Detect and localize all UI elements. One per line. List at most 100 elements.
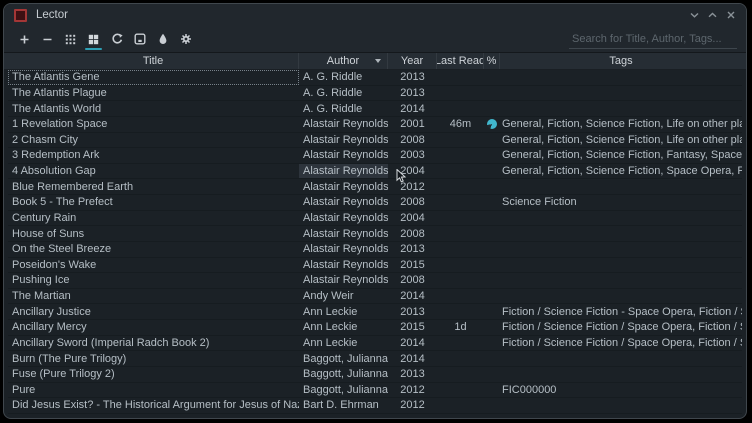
cell-tags[interactable]: General, Fiction, Science Fiction, Space… bbox=[500, 164, 742, 179]
cell-last-read[interactable] bbox=[437, 86, 484, 101]
cell-year[interactable]: 2008 bbox=[388, 195, 437, 210]
cell-tags[interactable]: Fiction / Science Fiction / Space Opera,… bbox=[500, 320, 742, 335]
cell-title[interactable]: Ancillary Mercy bbox=[8, 320, 299, 335]
sort-arrow-icon[interactable] bbox=[375, 59, 381, 63]
table-row[interactable]: Did Jesus Exist? - The Historical Argume… bbox=[8, 398, 742, 414]
cell-year[interactable]: 2014 bbox=[388, 101, 437, 116]
cell-title[interactable]: 1 Revelation Space bbox=[8, 117, 299, 132]
cell-tags[interactable] bbox=[500, 398, 742, 413]
cell-author[interactable]: Alastair Reynolds bbox=[299, 273, 388, 288]
column-header-title[interactable]: Title bbox=[8, 53, 299, 69]
cell-progress[interactable] bbox=[484, 304, 500, 319]
cell-last-read[interactable]: 1d bbox=[437, 320, 484, 335]
cell-year[interactable]: 2015 bbox=[388, 320, 437, 335]
cell-progress[interactable] bbox=[484, 273, 500, 288]
cell-author[interactable]: Ann Leckie bbox=[299, 320, 388, 335]
cell-tags[interactable] bbox=[500, 273, 742, 288]
cell-tags[interactable] bbox=[500, 101, 742, 116]
cell-year[interactable]: 2003 bbox=[388, 148, 437, 163]
cell-author[interactable]: Alastair Reynolds bbox=[299, 258, 388, 273]
search-input[interactable] bbox=[569, 31, 737, 49]
cell-progress[interactable] bbox=[484, 242, 500, 257]
table-row[interactable]: Fuse (Pure Trilogy 2) Baggott, Julianna … bbox=[8, 367, 742, 383]
cell-author[interactable]: Bart D. Ehrman bbox=[299, 398, 388, 413]
cell-progress[interactable] bbox=[484, 195, 500, 210]
cell-tags[interactable] bbox=[500, 367, 742, 382]
cell-last-read[interactable] bbox=[437, 304, 484, 319]
cell-year[interactable]: 2013 bbox=[388, 86, 437, 101]
add-book-button[interactable] bbox=[13, 27, 36, 51]
cell-progress[interactable] bbox=[484, 179, 500, 194]
cell-author[interactable]: Ann Leckie bbox=[299, 336, 388, 351]
refresh-button[interactable] bbox=[105, 27, 128, 51]
table-row[interactable]: Poseidon's Wake Alastair Reynolds 2015 bbox=[8, 258, 742, 274]
cover-view-button[interactable] bbox=[59, 27, 82, 51]
cell-title[interactable]: 4 Absolution Gap bbox=[8, 164, 299, 179]
cell-title[interactable]: 2 Chasm City bbox=[8, 133, 299, 148]
table-row[interactable]: The Atlantis Plague A. G. Riddle 2013 bbox=[8, 86, 742, 102]
cell-author[interactable]: Alastair Reynolds bbox=[299, 133, 388, 148]
cell-tags[interactable] bbox=[500, 179, 742, 194]
table-row[interactable]: The Martian Andy Weir 2014 bbox=[8, 289, 742, 305]
cell-last-read[interactable] bbox=[437, 195, 484, 210]
cell-tags[interactable]: General, Fiction, Science Fiction, Life … bbox=[500, 133, 742, 148]
table-view-button[interactable] bbox=[82, 27, 105, 51]
cell-year[interactable]: 2004 bbox=[388, 164, 437, 179]
cell-tags[interactable] bbox=[500, 211, 742, 226]
cell-author[interactable]: Baggott, Julianna bbox=[299, 367, 388, 382]
cell-progress[interactable] bbox=[484, 336, 500, 351]
cell-progress[interactable] bbox=[484, 133, 500, 148]
cell-last-read[interactable] bbox=[437, 101, 484, 116]
cell-last-read[interactable] bbox=[437, 351, 484, 366]
cell-year[interactable]: 2004 bbox=[388, 211, 437, 226]
table-row[interactable]: On the Steel Breeze Alastair Reynolds 20… bbox=[8, 242, 742, 258]
cell-author[interactable]: Alastair Reynolds bbox=[299, 211, 388, 226]
cell-year[interactable]: 2013 bbox=[388, 367, 437, 382]
cell-author[interactable]: Alastair Reynolds bbox=[299, 164, 388, 179]
cell-author[interactable]: Alastair Reynolds bbox=[299, 148, 388, 163]
cell-last-read[interactable] bbox=[437, 226, 484, 241]
cell-year[interactable]: 2012 bbox=[388, 179, 437, 194]
cell-title[interactable]: Blue Remembered Earth bbox=[8, 179, 299, 194]
column-header-last-read[interactable]: Last Read bbox=[437, 53, 484, 69]
cell-progress[interactable] bbox=[484, 70, 500, 85]
cell-year[interactable]: 2008 bbox=[388, 133, 437, 148]
cell-progress[interactable] bbox=[484, 101, 500, 116]
cell-last-read[interactable] bbox=[437, 242, 484, 257]
cell-last-read[interactable] bbox=[437, 211, 484, 226]
cell-year[interactable]: 2014 bbox=[388, 351, 437, 366]
cell-last-read[interactable] bbox=[437, 289, 484, 304]
cell-progress[interactable] bbox=[484, 148, 500, 163]
cell-tags[interactable]: General, Fiction, Science Fiction, Life … bbox=[500, 117, 742, 132]
table-row[interactable]: House of Suns Alastair Reynolds 2008 bbox=[8, 226, 742, 242]
cell-title[interactable]: The Atlantis Plague bbox=[8, 86, 299, 101]
cell-year[interactable]: 2015 bbox=[388, 258, 437, 273]
cell-author[interactable]: Ann Leckie bbox=[299, 304, 388, 319]
cell-author[interactable]: Alastair Reynolds bbox=[299, 179, 388, 194]
cell-author[interactable]: A. G. Riddle bbox=[299, 70, 388, 85]
cell-last-read[interactable]: 46m bbox=[437, 117, 484, 132]
table-row[interactable]: 4 Absolution Gap Alastair Reynolds 2004 … bbox=[8, 164, 742, 180]
column-header-author[interactable]: Author bbox=[299, 53, 388, 69]
minimize-button[interactable] bbox=[689, 10, 700, 20]
cell-year[interactable]: 2013 bbox=[388, 70, 437, 85]
cell-progress[interactable] bbox=[484, 320, 500, 335]
cell-title[interactable]: Ancillary Justice bbox=[8, 304, 299, 319]
table-row[interactable]: Ancillary Mercy Ann Leckie 2015 1d Ficti… bbox=[8, 320, 742, 336]
titlebar[interactable]: Lector bbox=[4, 4, 746, 26]
table-row[interactable]: The Atlantis Gene A. G. Riddle 2013 bbox=[8, 70, 742, 86]
cell-author[interactable]: Andy Weir bbox=[299, 289, 388, 304]
cell-last-read[interactable] bbox=[437, 336, 484, 351]
delete-book-button[interactable] bbox=[36, 27, 59, 51]
cell-last-read[interactable] bbox=[437, 367, 484, 382]
cell-title[interactable]: Poseidon's Wake bbox=[8, 258, 299, 273]
cell-last-read[interactable] bbox=[437, 398, 484, 413]
cell-title[interactable]: 3 Redemption Ark bbox=[8, 148, 299, 163]
cell-last-read[interactable] bbox=[437, 164, 484, 179]
table-row[interactable]: The Atlantis World A. G. Riddle 2014 bbox=[8, 101, 742, 117]
table-row[interactable]: Pushing Ice Alastair Reynolds 2008 bbox=[8, 273, 742, 289]
cell-title[interactable]: Did Jesus Exist? - The Historical Argume… bbox=[8, 398, 299, 413]
table-row[interactable]: 1 Revelation Space Alastair Reynolds 200… bbox=[8, 117, 742, 133]
cell-title[interactable]: The Atlantis Gene bbox=[8, 70, 299, 85]
table-row[interactable]: Blue Remembered Earth Alastair Reynolds … bbox=[8, 179, 742, 195]
